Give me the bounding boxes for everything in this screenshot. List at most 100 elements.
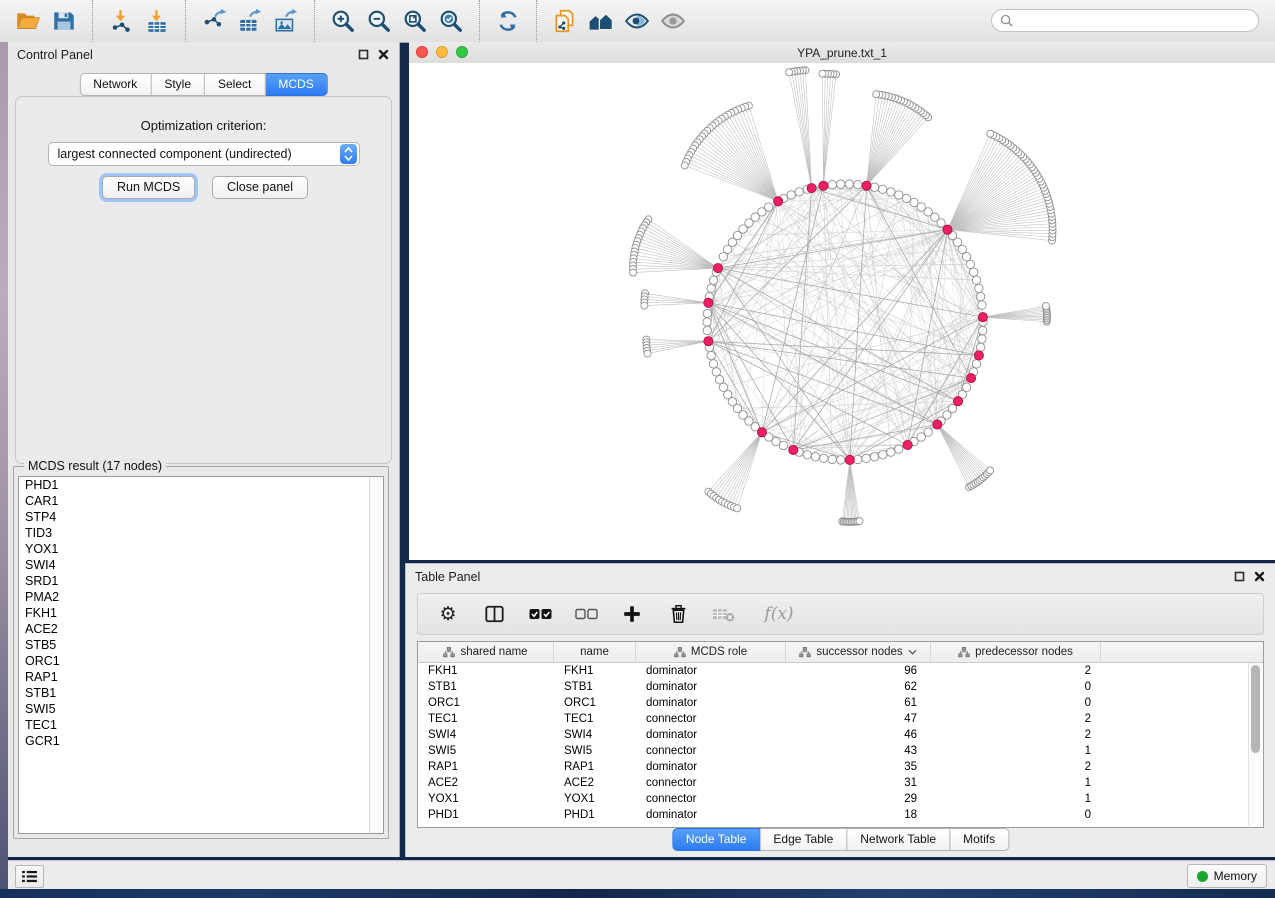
table-cell	[1101, 663, 1250, 679]
mcds-result-item[interactable]: GCR1	[19, 733, 383, 749]
table-row[interactable]: SWI5SWI5connector431	[418, 743, 1263, 759]
column-header-successor-nodes[interactable]: successor nodes	[786, 642, 931, 662]
mcds-result-item[interactable]: ORC1	[19, 653, 383, 669]
mcds-result-item[interactable]: ACE2	[19, 621, 383, 637]
column-header-name[interactable]: name	[554, 642, 636, 662]
delete-table-icon	[712, 606, 736, 623]
table-cell: PHD1	[554, 807, 636, 823]
table-row[interactable]: RAP1RAP1dominator352	[418, 759, 1263, 775]
memory-button[interactable]: Memory	[1187, 864, 1267, 888]
table-row[interactable]: SWI4SWI4dominator462	[418, 727, 1263, 743]
network-view-window: YPA_prune.txt_1	[409, 42, 1275, 560]
table-scrollbar-thumb[interactable]	[1251, 665, 1260, 753]
network-window-titlebar[interactable]: YPA_prune.txt_1	[409, 42, 1275, 64]
tab-mcds[interactable]: MCDS	[265, 73, 327, 96]
mcds-result-item[interactable]: SRD1	[19, 573, 383, 589]
zoom-out-button[interactable]	[361, 4, 397, 38]
refresh-layout-button[interactable]	[490, 4, 526, 38]
close-panel-button[interactable]: Close panel	[212, 176, 308, 199]
close-table-panel-icon[interactable]	[1254, 571, 1265, 582]
column-type-icon	[799, 647, 811, 658]
optimization-criterion-select[interactable]: largest connected component (undirected)	[48, 142, 360, 166]
network-canvas[interactable]	[409, 63, 1275, 560]
close-panel-icon[interactable]	[378, 49, 389, 60]
deselect-all-button[interactable]	[574, 602, 598, 626]
node-table[interactable]: shared namenameMCDS rolesuccessor nodesp…	[417, 641, 1264, 828]
mcds-list-scrollbar[interactable]	[369, 477, 383, 833]
table-cell: connector	[636, 791, 786, 807]
tab-network-table[interactable]: Network Table	[847, 828, 950, 851]
table-cell: ORC1	[554, 695, 636, 711]
table-scrollbar[interactable]	[1248, 663, 1262, 826]
export-network-button[interactable]	[196, 4, 232, 38]
column-header-predecessor-nodes[interactable]: predecessor nodes	[931, 642, 1101, 662]
mcds-result-item[interactable]: TEC1	[19, 717, 383, 733]
clone-network-button[interactable]	[547, 4, 583, 38]
column-selector-button[interactable]	[482, 602, 506, 626]
export-table-button[interactable]	[232, 4, 268, 38]
run-mcds-button[interactable]: Run MCDS	[102, 176, 195, 199]
table-cell: dominator	[636, 759, 786, 775]
mcds-result-item[interactable]: PMA2	[19, 589, 383, 605]
mcds-result-item[interactable]: SWI4	[19, 557, 383, 573]
table-row[interactable]: FKH1FKH1dominator962	[418, 663, 1263, 679]
zoom-in-button[interactable]	[325, 4, 361, 38]
tab-select[interactable]: Select	[205, 73, 265, 96]
table-row[interactable]: ORC1ORC1dominator610	[418, 695, 1263, 711]
delete-table-button[interactable]	[712, 602, 736, 626]
tab-node-table[interactable]: Node Table	[672, 828, 761, 851]
mcds-result-item[interactable]: FKH1	[19, 605, 383, 621]
mcds-result-list[interactable]: PHD1CAR1STP4TID3YOX1SWI4SRD1PMA2FKH1ACE2…	[18, 476, 384, 834]
status-bar: Memory	[8, 860, 1275, 889]
mcds-result-item[interactable]: YOX1	[19, 541, 383, 557]
mcds-result-item[interactable]: CAR1	[19, 493, 383, 509]
table-cell	[1101, 727, 1250, 743]
table-row[interactable]: ACE2ACE2connector311	[418, 775, 1263, 791]
function-builder-button[interactable]: f(x)	[758, 602, 800, 626]
fx-icon: f(x)	[764, 604, 793, 624]
tab-edge-table[interactable]: Edge Table	[760, 828, 847, 851]
mcds-result-item[interactable]: STB5	[19, 637, 383, 653]
table-panel: Table Panel ⚙ f(x) shared namenameMCDS r…	[405, 563, 1275, 857]
table-row[interactable]: TEC1TEC1connector472	[418, 711, 1263, 727]
select-all-button[interactable]	[528, 602, 552, 626]
table-cell: 31	[786, 775, 931, 791]
column-header-shared-name[interactable]: shared name	[418, 642, 554, 662]
network-graph	[409, 63, 1275, 560]
import-network-button[interactable]	[103, 4, 139, 38]
export-image-button[interactable]	[268, 4, 304, 38]
tab-network[interactable]: Network	[79, 73, 151, 96]
table-cell: 0	[931, 807, 1101, 823]
table-row[interactable]: YOX1YOX1connector291	[418, 791, 1263, 807]
delete-column-button[interactable]	[666, 602, 690, 626]
mcds-result-item[interactable]: TID3	[19, 525, 383, 541]
add-column-button[interactable]	[620, 602, 644, 626]
table-row[interactable]: STB1STB1dominator620	[418, 679, 1263, 695]
open-session-button[interactable]	[10, 4, 46, 38]
mcds-result-item[interactable]: STB1	[19, 685, 383, 701]
column-type-icon	[674, 647, 686, 658]
search-icon	[1000, 14, 1013, 27]
task-history-button[interactable]	[15, 865, 44, 888]
table-row[interactable]: PHD1PHD1dominator180	[418, 807, 1263, 823]
mcds-result-item[interactable]: PHD1	[19, 477, 383, 493]
table-cell: dominator	[636, 695, 786, 711]
save-session-button[interactable]	[46, 4, 82, 38]
zoom-selected-button[interactable]	[433, 4, 469, 38]
mcds-result-item[interactable]: SWI5	[19, 701, 383, 717]
float-panel-icon[interactable]	[358, 49, 369, 60]
hide-selection-button[interactable]	[619, 4, 655, 38]
column-header-mcds-role[interactable]: MCDS role	[636, 642, 786, 662]
mcds-result-item[interactable]: STP4	[19, 509, 383, 525]
show-all-button[interactable]	[655, 4, 691, 38]
first-neighbors-button[interactable]	[583, 4, 619, 38]
zoom-in-icon	[330, 8, 356, 34]
zoom-fit-button[interactable]	[397, 4, 433, 38]
table-settings-button[interactable]: ⚙	[436, 602, 460, 626]
float-table-panel-icon[interactable]	[1234, 571, 1245, 582]
tab-motifs[interactable]: Motifs	[950, 828, 1009, 851]
import-table-button[interactable]	[139, 4, 175, 38]
tab-style[interactable]: Style	[151, 73, 205, 96]
search-input[interactable]	[991, 9, 1259, 32]
mcds-result-item[interactable]: RAP1	[19, 669, 383, 685]
